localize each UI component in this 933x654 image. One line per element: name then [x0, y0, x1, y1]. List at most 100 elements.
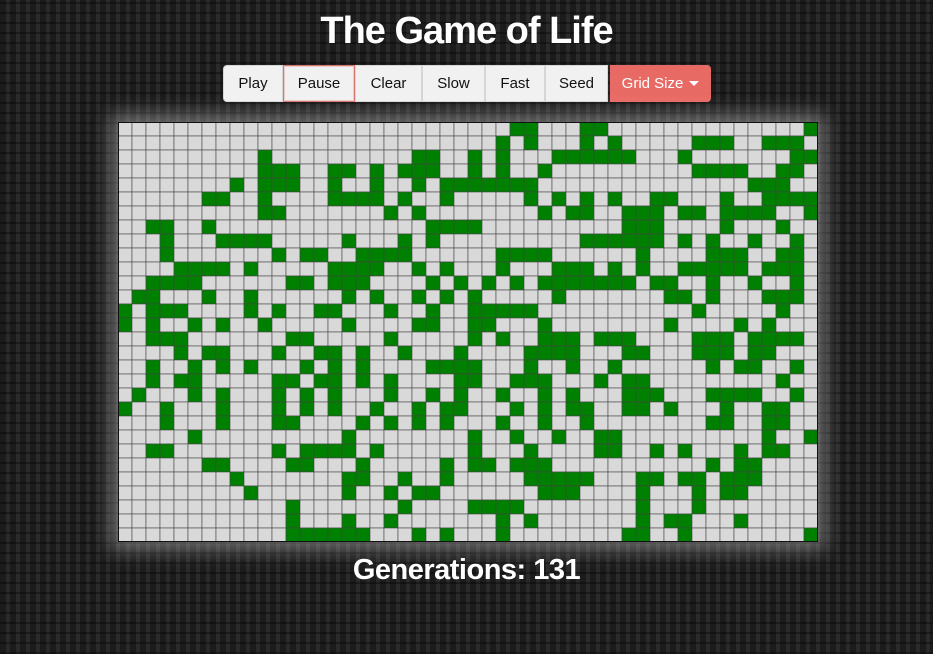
cell-dead[interactable]	[327, 415, 343, 431]
cell-dead[interactable]	[271, 135, 287, 151]
cell-dead[interactable]	[411, 331, 427, 347]
cell-dead[interactable]	[691, 219, 707, 235]
cell-dead[interactable]	[271, 317, 287, 333]
cell-alive[interactable]	[271, 387, 287, 403]
cell-alive[interactable]	[495, 513, 511, 529]
cell-alive[interactable]	[299, 359, 315, 375]
cell-alive[interactable]	[145, 275, 161, 291]
cell-dead[interactable]	[691, 415, 707, 431]
cell-alive[interactable]	[215, 401, 231, 417]
cell-dead[interactable]	[327, 289, 343, 305]
cell-alive[interactable]	[523, 135, 539, 151]
cell-dead[interactable]	[635, 331, 651, 347]
cell-dead[interactable]	[467, 485, 483, 501]
cell-alive[interactable]	[537, 415, 553, 431]
cell-dead[interactable]	[313, 191, 329, 207]
cell-dead[interactable]	[173, 163, 189, 179]
cell-alive[interactable]	[425, 275, 441, 291]
cell-alive[interactable]	[285, 331, 301, 347]
cell-dead[interactable]	[593, 247, 609, 263]
cell-dead[interactable]	[299, 191, 315, 207]
cell-alive[interactable]	[467, 373, 483, 389]
cell-dead[interactable]	[187, 205, 203, 221]
cell-alive[interactable]	[369, 191, 385, 207]
cell-dead[interactable]	[649, 485, 665, 501]
cell-alive[interactable]	[775, 303, 791, 319]
cell-dead[interactable]	[537, 191, 553, 207]
cell-dead[interactable]	[383, 499, 399, 515]
cell-dead[interactable]	[215, 485, 231, 501]
cell-dead[interactable]	[761, 499, 777, 515]
cell-dead[interactable]	[621, 303, 637, 319]
cell-dead[interactable]	[271, 429, 287, 445]
cell-dead[interactable]	[257, 122, 273, 137]
cell-dead[interactable]	[215, 205, 231, 221]
cell-dead[interactable]	[299, 303, 315, 319]
cell-alive[interactable]	[551, 261, 567, 277]
cell-alive[interactable]	[257, 205, 273, 221]
cell-dead[interactable]	[229, 122, 245, 137]
cell-dead[interactable]	[369, 513, 385, 529]
cell-dead[interactable]	[187, 485, 203, 501]
cell-alive[interactable]	[481, 499, 497, 515]
cell-dead[interactable]	[159, 191, 175, 207]
cell-alive[interactable]	[495, 177, 511, 193]
cell-dead[interactable]	[803, 401, 818, 417]
cell-dead[interactable]	[383, 177, 399, 193]
cell-alive[interactable]	[118, 303, 133, 319]
cell-alive[interactable]	[537, 471, 553, 487]
cell-dead[interactable]	[118, 122, 133, 137]
cell-dead[interactable]	[481, 163, 497, 179]
cell-dead[interactable]	[649, 513, 665, 529]
cell-alive[interactable]	[607, 443, 623, 459]
cell-dead[interactable]	[159, 359, 175, 375]
cell-dead[interactable]	[705, 205, 721, 221]
cell-dead[interactable]	[285, 191, 301, 207]
cell-dead[interactable]	[229, 485, 245, 501]
cell-dead[interactable]	[453, 247, 469, 263]
cell-dead[interactable]	[201, 429, 217, 445]
cell-dead[interactable]	[229, 331, 245, 347]
cell-dead[interactable]	[285, 247, 301, 263]
cell-alive[interactable]	[425, 163, 441, 179]
cell-dead[interactable]	[355, 163, 371, 179]
cell-dead[interactable]	[705, 429, 721, 445]
cell-alive[interactable]	[761, 317, 777, 333]
cell-dead[interactable]	[747, 317, 763, 333]
cell-alive[interactable]	[439, 289, 455, 305]
cell-alive[interactable]	[523, 359, 539, 375]
cell-dead[interactable]	[118, 457, 133, 473]
cell-alive[interactable]	[523, 122, 539, 137]
cell-dead[interactable]	[803, 261, 818, 277]
cell-dead[interactable]	[187, 527, 203, 542]
cell-dead[interactable]	[621, 429, 637, 445]
cell-dead[interactable]	[579, 457, 595, 473]
cell-dead[interactable]	[481, 219, 497, 235]
cell-alive[interactable]	[593, 331, 609, 347]
cell-alive[interactable]	[733, 457, 749, 473]
cell-dead[interactable]	[118, 373, 133, 389]
cell-alive[interactable]	[439, 219, 455, 235]
cell-alive[interactable]	[537, 485, 553, 501]
cell-dead[interactable]	[579, 387, 595, 403]
cell-alive[interactable]	[271, 163, 287, 179]
cell-alive[interactable]	[299, 401, 315, 417]
cell-dead[interactable]	[677, 177, 693, 193]
cell-dead[interactable]	[118, 247, 133, 263]
cell-dead[interactable]	[803, 303, 818, 319]
cell-dead[interactable]	[173, 135, 189, 151]
cell-alive[interactable]	[383, 513, 399, 529]
cell-dead[interactable]	[747, 261, 763, 277]
cell-alive[interactable]	[565, 149, 581, 165]
cell-dead[interactable]	[299, 233, 315, 249]
cell-alive[interactable]	[327, 177, 343, 193]
cell-dead[interactable]	[145, 401, 161, 417]
cell-dead[interactable]	[439, 205, 455, 221]
cell-alive[interactable]	[327, 373, 343, 389]
cell-dead[interactable]	[439, 135, 455, 151]
cell-dead[interactable]	[453, 499, 469, 515]
cell-dead[interactable]	[789, 317, 805, 333]
cell-dead[interactable]	[397, 303, 413, 319]
cell-dead[interactable]	[509, 443, 525, 459]
cell-alive[interactable]	[425, 485, 441, 501]
